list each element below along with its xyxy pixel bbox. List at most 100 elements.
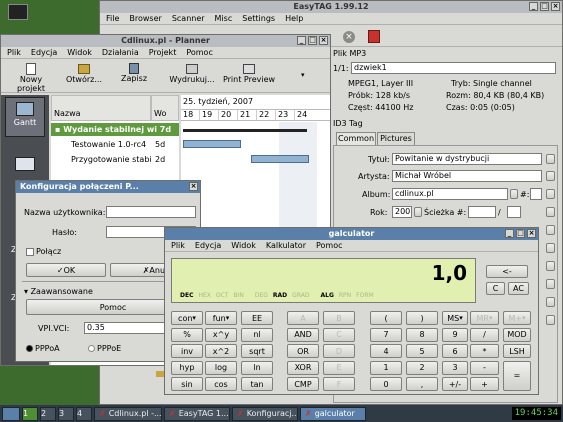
tab-pictures[interactable]: Pictures (377, 132, 415, 145)
connection-titlebar[interactable]: Konfiguracja połączeni P... × (16, 181, 200, 193)
menu-dzialania[interactable]: Działania (102, 48, 139, 57)
calc-key-9[interactable]: 9 (442, 327, 468, 342)
easytag-titlebar[interactable]: EasyTAG 1.99.12 _ □ × (100, 1, 562, 13)
menu-edycja[interactable]: Edycja (195, 241, 221, 250)
mode-form[interactable]: FORM (356, 292, 374, 299)
pppoe-radio[interactable] (88, 345, 95, 352)
track-total-field[interactable] (507, 206, 521, 218)
workspace-2[interactable]: 2 (40, 406, 56, 421)
calc-key-inv[interactable]: inv (171, 344, 203, 358)
print-preview-button[interactable]: Print Preview (219, 63, 279, 91)
calc-key-minus[interactable]: - (470, 360, 499, 375)
task-konfiguracja[interactable]: ✗ Konfiguracj... (232, 406, 298, 421)
calc-key-xpowy[interactable]: x^y (205, 327, 237, 342)
calc-key-nl[interactable]: nl (241, 327, 273, 342)
menu-settings[interactable]: Settings (242, 14, 275, 23)
all-clear-button[interactable]: AC (508, 282, 529, 295)
task-galculator[interactable]: ✗ galculator (300, 406, 366, 421)
desktop-terminal-icon[interactable] (8, 4, 28, 20)
calc-key-Mplus[interactable]: M+ ▾ (503, 311, 531, 325)
calc-key-MS[interactable]: MS ▾ (442, 311, 468, 325)
open-button[interactable]: Otwórz... (63, 63, 105, 91)
close-button[interactable]: × (551, 2, 560, 11)
galculator-titlebar[interactable]: galculator _ □ × (165, 228, 538, 240)
menu-widok[interactable]: Widok (67, 48, 92, 57)
tab-common[interactable]: Common (336, 132, 376, 145)
calc-key-hyp[interactable]: hyp (171, 360, 203, 375)
maximize-button[interactable]: □ (308, 36, 317, 45)
calc-key-sin[interactable]: sin (171, 377, 203, 391)
calc-key-6[interactable]: 6 (442, 344, 468, 358)
calc-key-5[interactable]: 5 (406, 344, 438, 358)
calc-key-F[interactable]: F (323, 377, 355, 391)
row-apply-button-9[interactable] (546, 297, 555, 307)
planner-titlebar[interactable]: Cdlinux.pl - Planner _ □ × (1, 35, 330, 47)
task-bar[interactable] (183, 140, 241, 148)
mode-oct[interactable]: OCT (216, 292, 229, 299)
calc-key-comma[interactable]: , (406, 377, 438, 391)
menu-plik[interactable]: Plik (171, 241, 185, 250)
menu-start-icon[interactable] (2, 406, 20, 421)
menu-edycja[interactable]: Edycja (31, 48, 57, 57)
artist-field[interactable]: Michał Wróbel (392, 170, 542, 182)
disc-field[interactable] (530, 188, 542, 200)
menu-projekt[interactable]: Projekt (149, 48, 177, 57)
mode-rpn[interactable]: RPN (339, 292, 351, 299)
calc-key-4[interactable]: 4 (370, 344, 402, 358)
mode-hex[interactable]: HEX (198, 292, 210, 299)
calc-key-fun[interactable]: fun ▾ (205, 311, 237, 325)
mode-alg[interactable]: ALG (320, 292, 333, 299)
calc-key-percent[interactable]: % (171, 327, 203, 342)
workspace-3[interactable]: 3 (58, 406, 74, 421)
track-apply-button[interactable] (546, 207, 555, 217)
album-apply-button[interactable] (510, 189, 518, 199)
calc-key-tan[interactable]: tan (241, 377, 273, 391)
title-apply-button[interactable] (546, 154, 555, 164)
close-button[interactable]: × (527, 229, 536, 238)
calc-key-B[interactable]: B (323, 311, 355, 325)
calc-key-LSH[interactable]: LSH (503, 344, 531, 358)
task-planner[interactable]: ✗ Cdlinux.pl -... (94, 406, 162, 421)
clear-button[interactable]: C (486, 282, 505, 295)
mode-rad[interactable]: RAD (273, 292, 287, 299)
task-row[interactable]: Przygotowanie stabi 2d (51, 153, 179, 166)
backspace-button[interactable]: <- (486, 265, 528, 278)
mode-dec[interactable]: DEC (180, 292, 193, 299)
calc-key-cos[interactable]: cos (205, 377, 237, 391)
col-header-name[interactable]: Nazwa (51, 95, 151, 121)
calc-key-rparen[interactable]: ) (406, 311, 438, 325)
minimize-button[interactable]: _ (529, 2, 538, 11)
ok-button[interactable]: ✓ OK (26, 263, 106, 277)
calc-key-2[interactable]: 2 (406, 360, 438, 375)
calc-key-8[interactable]: 8 (406, 327, 438, 342)
advanced-expander[interactable]: ▾ Zaawansowane (24, 287, 93, 296)
menu-help[interactable]: Help (285, 14, 303, 23)
new-project-button[interactable]: Nowy projekt (5, 63, 57, 93)
mode-grad[interactable]: GRAD (292, 292, 309, 299)
calc-key-D[interactable]: D (323, 344, 355, 358)
workspace-4[interactable]: 4 (76, 406, 92, 421)
menu-kalkulator[interactable]: Kalkulator (266, 241, 306, 250)
stop-icon[interactable]: × (343, 31, 355, 43)
task-easytag[interactable]: ✗ EasyTAG 1.... (164, 406, 230, 421)
calc-key-7[interactable]: 7 (370, 327, 402, 342)
menu-widok[interactable]: Widok (231, 241, 256, 250)
calc-key-MOD[interactable]: MOD (503, 327, 531, 342)
menu-browser[interactable]: Browser (129, 14, 161, 23)
title-field[interactable]: Powitanie w dystrybucji (392, 153, 542, 165)
minimize-button[interactable]: _ (297, 36, 306, 45)
calc-key-XOR[interactable]: XOR (287, 360, 319, 375)
gantt-view-button[interactable]: Gantt (5, 97, 45, 137)
maximize-button[interactable]: □ (540, 2, 549, 11)
calc-key-plus[interactable]: + (470, 377, 499, 391)
summary-bar[interactable] (183, 129, 307, 132)
menu-pomoc[interactable]: Pomoc (186, 48, 213, 57)
mode-deg[interactable]: DEG (255, 292, 268, 299)
row-apply-button-7[interactable] (546, 261, 555, 271)
calc-key-3[interactable]: 3 (442, 360, 468, 375)
filename-field[interactable]: dzwiek1 (351, 62, 556, 74)
save-button[interactable]: Zapisz (116, 63, 152, 91)
toolbar-overflow-icon[interactable]: ▾ (301, 71, 305, 79)
calc-key-1[interactable]: 1 (370, 360, 402, 375)
calc-key-E[interactable]: E (323, 360, 355, 375)
